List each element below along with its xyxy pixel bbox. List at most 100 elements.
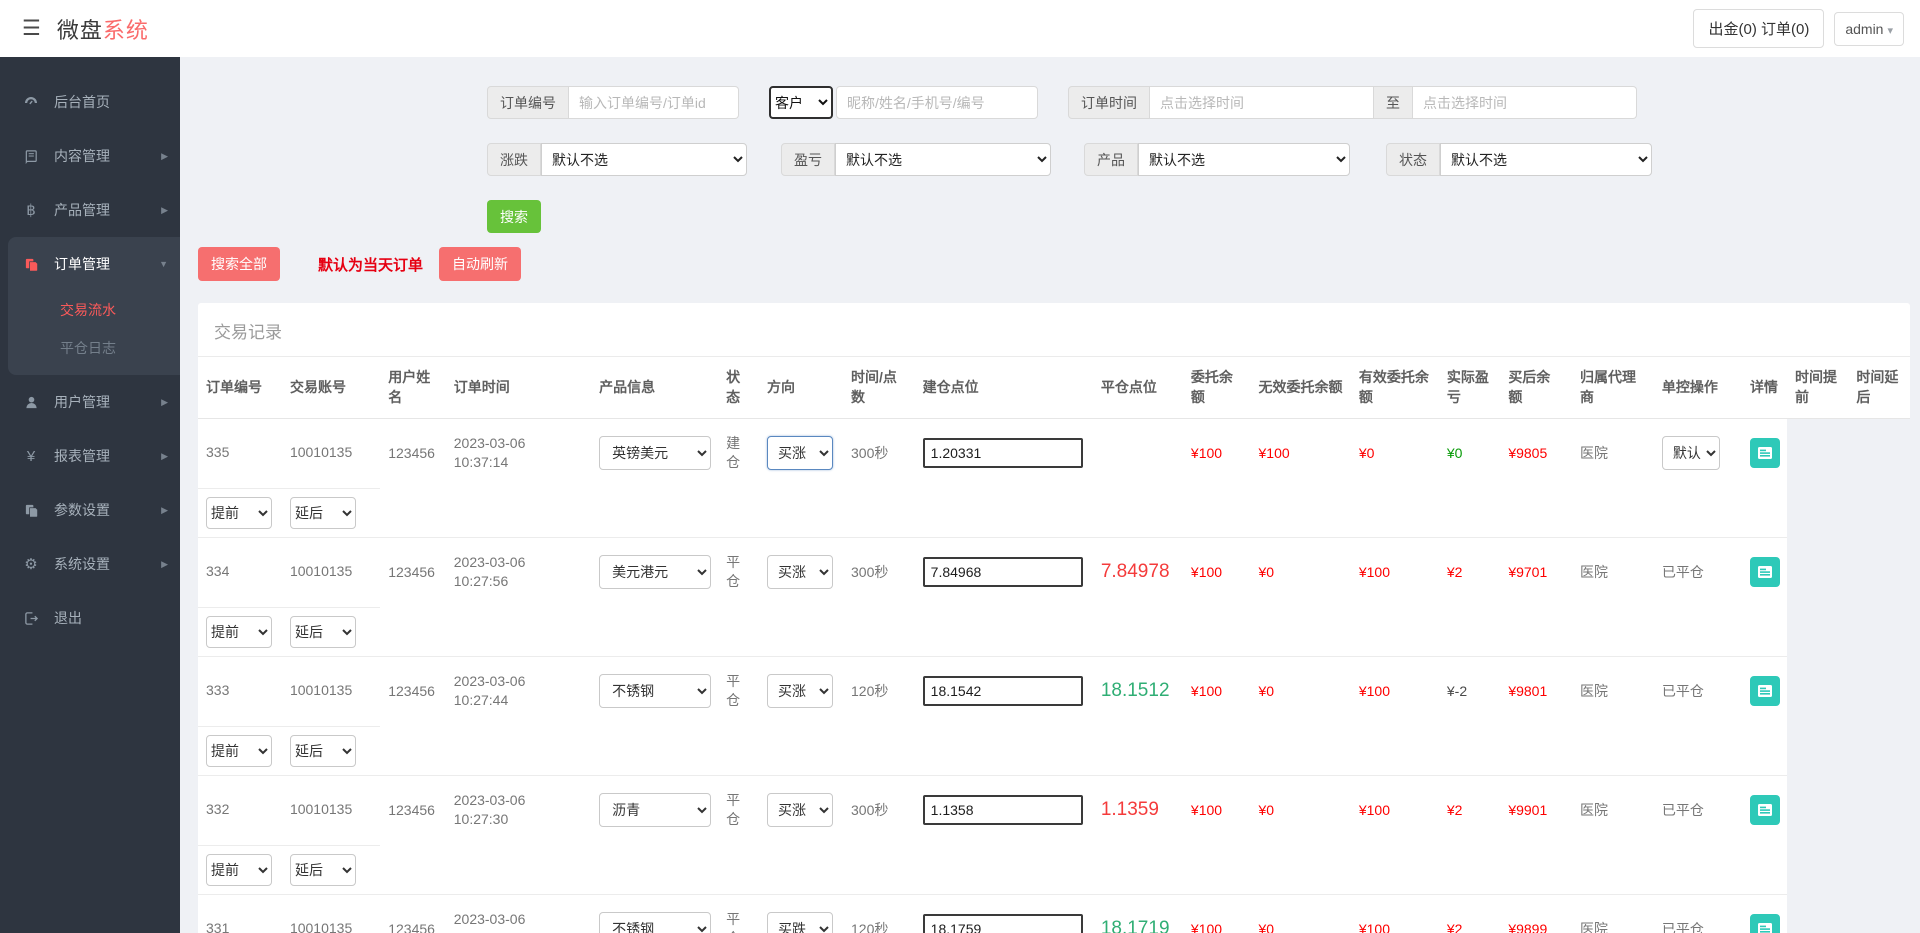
detail-button[interactable] xyxy=(1750,914,1780,933)
sidebar-item-system[interactable]: ⚙ 系统设置 ▶ xyxy=(0,537,180,591)
delay-select[interactable]: 延后 xyxy=(290,854,356,886)
cell-detail xyxy=(1742,894,1787,933)
search-button[interactable]: 搜索 xyxy=(487,200,541,233)
open-price-input[interactable] xyxy=(923,557,1083,587)
cell-delay-control: 延后 xyxy=(282,607,380,656)
delay-select[interactable]: 延后 xyxy=(290,616,356,648)
product-select[interactable]: 英镑美元 xyxy=(599,436,711,470)
col-product: 产品信息 xyxy=(591,357,718,418)
sidebar-label: 后台首页 xyxy=(54,92,110,112)
cell-close-price: 18.1512 xyxy=(1093,656,1183,726)
cell-control: 已平仓 xyxy=(1654,537,1742,607)
withdraw-orders-button[interactable]: 出金(0) 订单(0) xyxy=(1693,9,1824,48)
advance-select[interactable]: 提前 xyxy=(206,735,272,767)
time-start-input[interactable] xyxy=(1150,86,1374,119)
search-all-button[interactable]: 搜索全部 xyxy=(198,247,280,281)
cell-order-id: 335 xyxy=(198,418,282,488)
direction-select[interactable]: 买跌 xyxy=(767,912,833,933)
advance-select[interactable]: 提前 xyxy=(206,497,272,529)
col-detail: 详情 xyxy=(1742,357,1787,418)
status-select[interactable]: 默认不选 xyxy=(1440,143,1652,176)
cell-valid-consign: ¥0 xyxy=(1351,418,1439,488)
hamburger-menu-icon[interactable]: ☰ xyxy=(22,16,41,41)
customer-type-select[interactable]: 客户 xyxy=(769,86,833,119)
product-select[interactable]: 美元港元 xyxy=(599,555,711,589)
sidebar-item-product[interactable]: ฿ 产品管理 ▶ xyxy=(0,183,180,237)
user-name: admin xyxy=(1845,21,1883,37)
cell-time-delay xyxy=(1848,537,1910,607)
cell-detail xyxy=(1742,537,1787,607)
cell-status: 平仓 xyxy=(718,894,759,933)
logo-primary: 微盘 xyxy=(57,18,103,43)
order-no-input[interactable] xyxy=(569,86,739,119)
sidebar-item-reports[interactable]: ¥ 报表管理 ▶ xyxy=(0,429,180,483)
profit-select[interactable]: 默认不选 xyxy=(835,143,1051,176)
sidebar-item-logout[interactable]: 退出 xyxy=(0,591,180,645)
open-price-input[interactable] xyxy=(923,795,1083,825)
sidebar-item-params[interactable]: 参数设置 ▶ xyxy=(0,483,180,537)
direction-select[interactable]: 买涨 xyxy=(767,674,833,708)
direction-select[interactable]: 买涨 xyxy=(767,436,833,470)
product-filter-select[interactable]: 默认不选 xyxy=(1138,143,1350,176)
auto-refresh-button[interactable]: 自动刷新 xyxy=(439,247,521,281)
cell-advance-control: 提前 xyxy=(198,607,282,656)
book-icon xyxy=(22,149,40,164)
gauge-icon xyxy=(22,94,40,110)
customer-input[interactable] xyxy=(836,86,1038,119)
cell-username: 123456 xyxy=(380,775,446,845)
direction-select[interactable]: 买涨 xyxy=(767,793,833,827)
open-price-input[interactable] xyxy=(923,676,1083,706)
sidebar-item-content[interactable]: 内容管理 ▶ xyxy=(0,129,180,183)
sidebar-subitem-trade-flow[interactable]: 交易流水 xyxy=(8,291,180,329)
time-end-input[interactable] xyxy=(1413,86,1637,119)
cell-account: 10010135 xyxy=(282,775,380,845)
order-no-filter: 订单编号 xyxy=(487,86,739,119)
product-select[interactable]: 不锈钢 xyxy=(599,674,711,708)
to-label: 至 xyxy=(1374,86,1413,119)
open-price-input[interactable] xyxy=(923,438,1083,468)
detail-button[interactable] xyxy=(1750,795,1780,825)
control-select[interactable]: 默认 xyxy=(1662,436,1720,470)
sidebar-item-users[interactable]: 用户管理 ▶ xyxy=(0,375,180,429)
cell-close-price: 1.1359 xyxy=(1093,775,1183,845)
delay-select[interactable]: 延后 xyxy=(290,735,356,767)
cell-duration: 300秒 xyxy=(843,537,915,607)
chevron-right-icon: ▶ xyxy=(161,151,168,162)
cell-order-time: 2023-03-06 10:27:56 xyxy=(446,537,591,607)
col-consign: 委托余额 xyxy=(1183,357,1251,418)
detail-button[interactable] xyxy=(1750,438,1780,468)
sidebar-label: 产品管理 xyxy=(54,200,110,220)
product-select[interactable]: 不锈钢 xyxy=(599,912,711,933)
cell-account: 10010135 xyxy=(282,537,380,607)
detail-button[interactable] xyxy=(1750,676,1780,706)
cell-direction: 买跌 xyxy=(759,894,843,933)
advance-select[interactable]: 提前 xyxy=(206,854,272,886)
delay-select[interactable]: 延后 xyxy=(290,497,356,529)
sidebar-item-dashboard[interactable]: 后台首页 xyxy=(0,75,180,129)
cell-open-price xyxy=(915,775,1093,845)
advance-select[interactable]: 提前 xyxy=(206,616,272,648)
sidebar-subitem-close-log[interactable]: 平仓日志 xyxy=(8,329,180,367)
cell-agent: 医院 xyxy=(1572,418,1654,488)
cell-invalid-consign: ¥0 xyxy=(1251,894,1351,933)
order-row: 335 10010135 123456 2023-03-06 10:37:14 … xyxy=(198,418,1910,488)
trade-records-panel: 交易记录 订单编号 交易账号 用户姓名 订单时间 产品信息 状态 方向 时间/点 xyxy=(198,303,1910,933)
list-icon xyxy=(1757,683,1773,699)
cell-status: 平仓 xyxy=(718,656,759,726)
cell-duration: 300秒 xyxy=(843,775,915,845)
app-logo: 微盘系统 xyxy=(57,13,149,45)
topbar: ☰ 微盘系统 出金(0) 订单(0) admin▾ xyxy=(0,0,1920,57)
order-row: 334 10010135 123456 2023-03-06 10:27:56 … xyxy=(198,537,1910,607)
direction-select[interactable]: 买涨 xyxy=(767,555,833,589)
today-orders-label[interactable]: 默认为当天订单 xyxy=(318,254,423,275)
detail-button[interactable] xyxy=(1750,557,1780,587)
cell-profit: ¥0 xyxy=(1439,418,1500,488)
user-menu[interactable]: admin▾ xyxy=(1834,12,1904,46)
col-profit: 实际盈亏 xyxy=(1439,357,1500,418)
open-price-input[interactable] xyxy=(923,914,1083,933)
cell-status: 平仓 xyxy=(718,537,759,607)
updown-select[interactable]: 默认不选 xyxy=(541,143,747,176)
sidebar-item-orders[interactable]: 订单管理 ▼ xyxy=(8,237,180,291)
product-select[interactable]: 沥青 xyxy=(599,793,711,827)
cell-duration: 120秒 xyxy=(843,656,915,726)
